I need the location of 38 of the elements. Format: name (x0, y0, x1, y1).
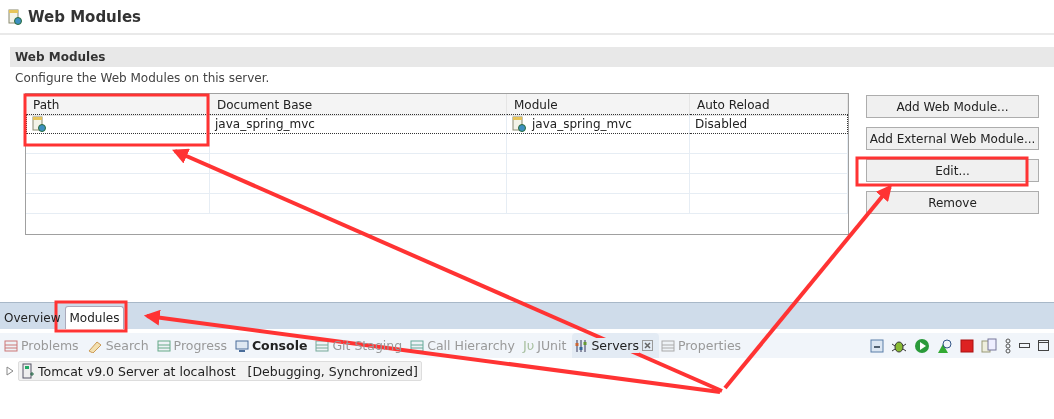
junit-icon: Jυ (522, 338, 535, 353)
profile-icon[interactable] (937, 337, 953, 354)
web-module-icon (8, 8, 22, 25)
problems-icon (4, 338, 18, 353)
view-menu-icon[interactable] (1004, 337, 1012, 354)
collapse-icon[interactable] (870, 338, 884, 353)
maximize-icon[interactable] (1038, 339, 1050, 352)
sliders-icon (574, 338, 589, 353)
server-icon (22, 363, 34, 379)
expand-arrow-icon[interactable] (6, 366, 14, 376)
section-title: Web Modules (15, 50, 106, 64)
table-icon (660, 338, 675, 353)
web-module-icon (32, 116, 46, 132)
close-icon[interactable] (641, 340, 653, 351)
git-staging-icon (315, 338, 330, 353)
table-cell: Disabled (690, 114, 848, 134)
progress-icon (156, 338, 171, 353)
column-header[interactable]: Auto Reload (690, 94, 848, 116)
action-button[interactable]: Add Web Module... (866, 95, 1039, 118)
table-cell: java_spring_mvc (532, 117, 632, 131)
hierarchy-icon (410, 338, 425, 353)
view-tab[interactable]: Console (232, 333, 314, 358)
section-description: Configure the Web Modules on this server. (14, 70, 271, 87)
action-button[interactable]: Add External Web Module... (866, 127, 1039, 150)
server-node[interactable]: Tomcat v9.0 Server at localhost [Debugging, Synchronized] (18, 361, 422, 381)
column-header[interactable]: Document Base (210, 94, 507, 116)
play-icon[interactable] (914, 337, 930, 354)
monitor-icon (234, 338, 249, 353)
editor-tab[interactable]: Modules (64, 306, 125, 329)
web-module-icon (512, 116, 526, 132)
page-title: Web Modules (28, 7, 142, 26)
table-cell: java_spring_mvc (210, 114, 507, 134)
minimize-icon[interactable] (1019, 342, 1031, 349)
view-tab[interactable]: Servers (572, 333, 659, 358)
column-header[interactable]: Module (507, 94, 690, 116)
stop-icon[interactable] (960, 338, 974, 353)
action-button[interactable]: Edit... (866, 159, 1039, 182)
action-button[interactable]: Remove (866, 191, 1039, 214)
